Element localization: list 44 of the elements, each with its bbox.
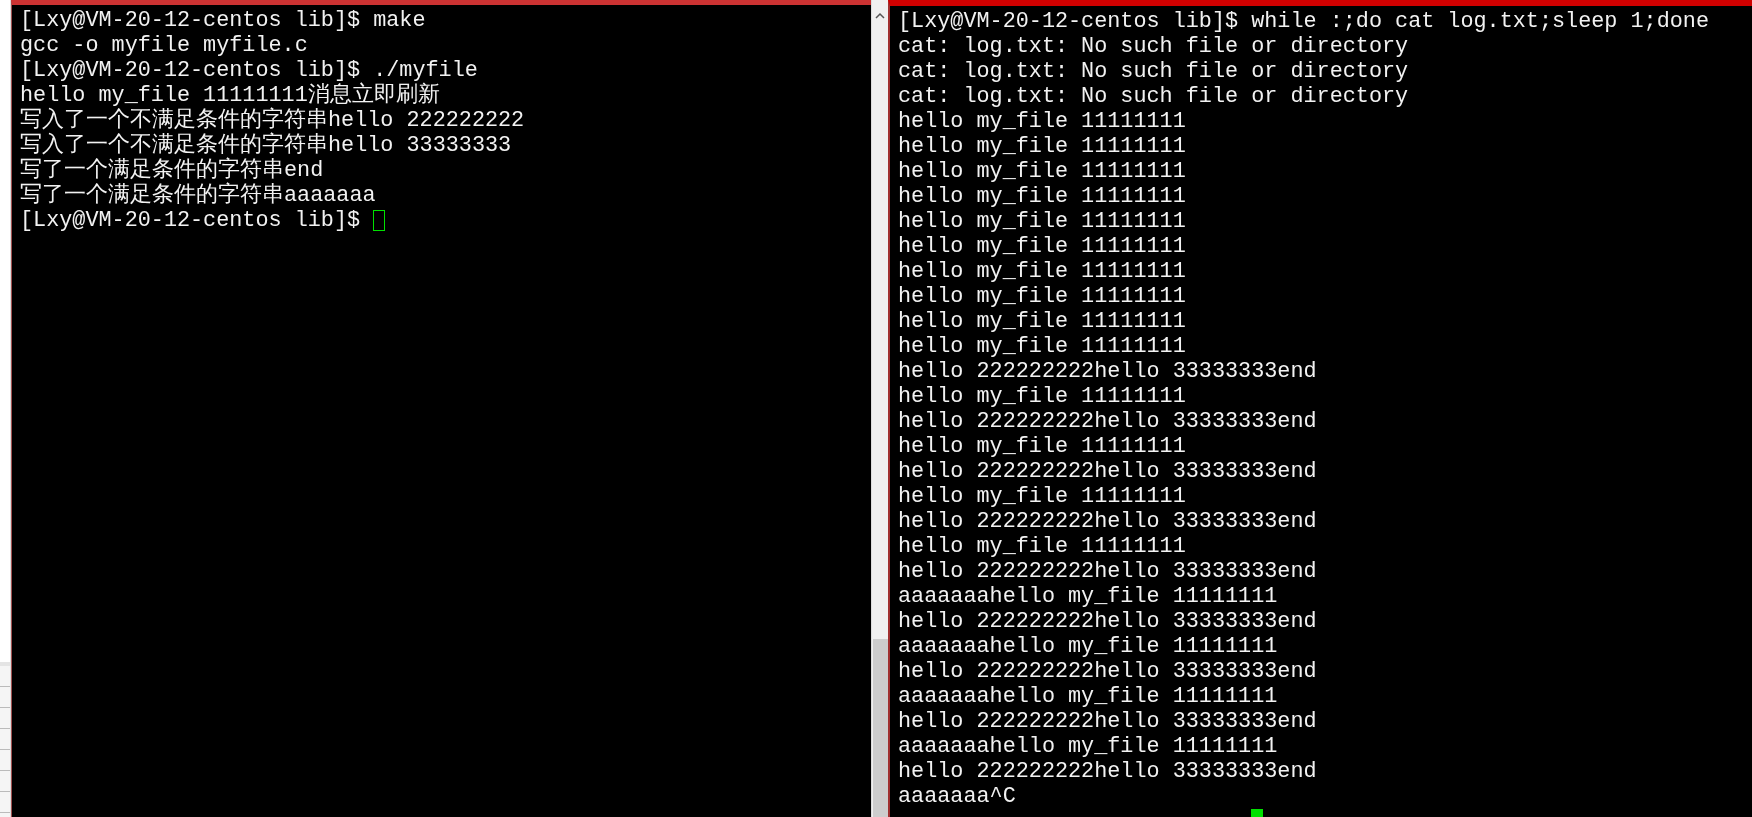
terminal-line: aaaaaaahello my_file 11111111 <box>898 684 1278 709</box>
terminal-line: hello my_file 11111111 <box>898 284 1186 309</box>
terminal-line: aaaaaaahello my_file 11111111 <box>898 584 1278 609</box>
terminal-line: aaaaaaa^C <box>898 784 1016 809</box>
terminal-line: 写入了一个不满足条件的字符串hello 33333333 <box>20 133 512 158</box>
terminal-line: hello my_file 11111111 <box>898 109 1186 134</box>
terminal-line: 写入了一个不满足条件的字符串hello 222222222 <box>20 108 525 133</box>
terminal-line: hello my_file 11111111 <box>898 534 1186 559</box>
terminal-line: hello 222222222hello 33333333end <box>898 459 1317 484</box>
terminal-line: hello my_file 11111111 <box>898 234 1186 259</box>
terminal-line: 写了一个满足条件的字符串aaaaaaa <box>20 183 376 208</box>
scrollbar-thumb[interactable] <box>872 639 888 817</box>
terminal-line: 写了一个满足条件的字符串end <box>20 158 324 183</box>
terminal-line: hello my_file 11111111 <box>898 259 1186 284</box>
terminal-line: hello my_file 11111111 <box>898 159 1186 184</box>
terminal-line: aaaaaaahello my_file 11111111 <box>898 734 1278 759</box>
terminal-line: hello 222222222hello 33333333end <box>898 409 1317 434</box>
terminal-line: cat: log.txt: No such file or directory <box>898 34 1409 59</box>
scrollbar[interactable] <box>871 0 888 817</box>
terminal-line: cat: log.txt: No such file or directory <box>898 84 1409 109</box>
terminal-line: hello my_file 11111111 <box>898 434 1186 459</box>
terminal-line: hello my_file 11111111 <box>898 484 1186 509</box>
terminal-line: hello 222222222hello 33333333end <box>898 559 1317 584</box>
terminal-line: gcc -o myfile myfile.c <box>20 33 308 58</box>
scroll-up-icon[interactable] <box>875 12 885 20</box>
terminal-line: hello my_file 11111111消息立即刷新 <box>20 83 440 108</box>
terminal-line: [Lxy@VM-20-12-centos lib]$ <box>20 208 362 233</box>
terminal-line: hello my_file 11111111 <box>898 134 1186 159</box>
terminal-line: hello 222222222hello 33333333end <box>898 759 1317 784</box>
terminal-line: [Lxy@VM-20-12-centos lib]$ make <box>20 8 426 33</box>
terminal-line: hello my_file 11111111 <box>898 334 1186 359</box>
terminal-line: hello my_file 11111111 <box>898 384 1186 409</box>
terminal-line: hello 222222222hello 33333333end <box>898 659 1317 684</box>
terminal-line: hello 222222222hello 33333333end <box>898 709 1317 734</box>
terminal-line: hello 222222222hello 33333333end <box>898 509 1317 534</box>
terminal-line: [Lxy@VM-20-12-centos lib]$ while :;do cat log.txt;sleep 1;done <box>898 9 1709 34</box>
terminal-line: hello my_file 11111111 <box>898 184 1186 209</box>
terminal-line: cat: log.txt: No such file or directory <box>898 59 1409 84</box>
terminal-line: aaaaaaahello my_file 11111111 <box>898 634 1278 659</box>
terminal-line: hello my_file 11111111 <box>898 209 1186 234</box>
terminal-line: hello 222222222hello 33333333end <box>898 609 1317 634</box>
terminal-line: [Lxy@VM-20-12-centos lib]$ ./myfile <box>20 58 478 83</box>
terminal-line: hello my_file 11111111 <box>898 309 1186 334</box>
terminal-line: hello 222222222hello 33333333end <box>898 359 1317 384</box>
